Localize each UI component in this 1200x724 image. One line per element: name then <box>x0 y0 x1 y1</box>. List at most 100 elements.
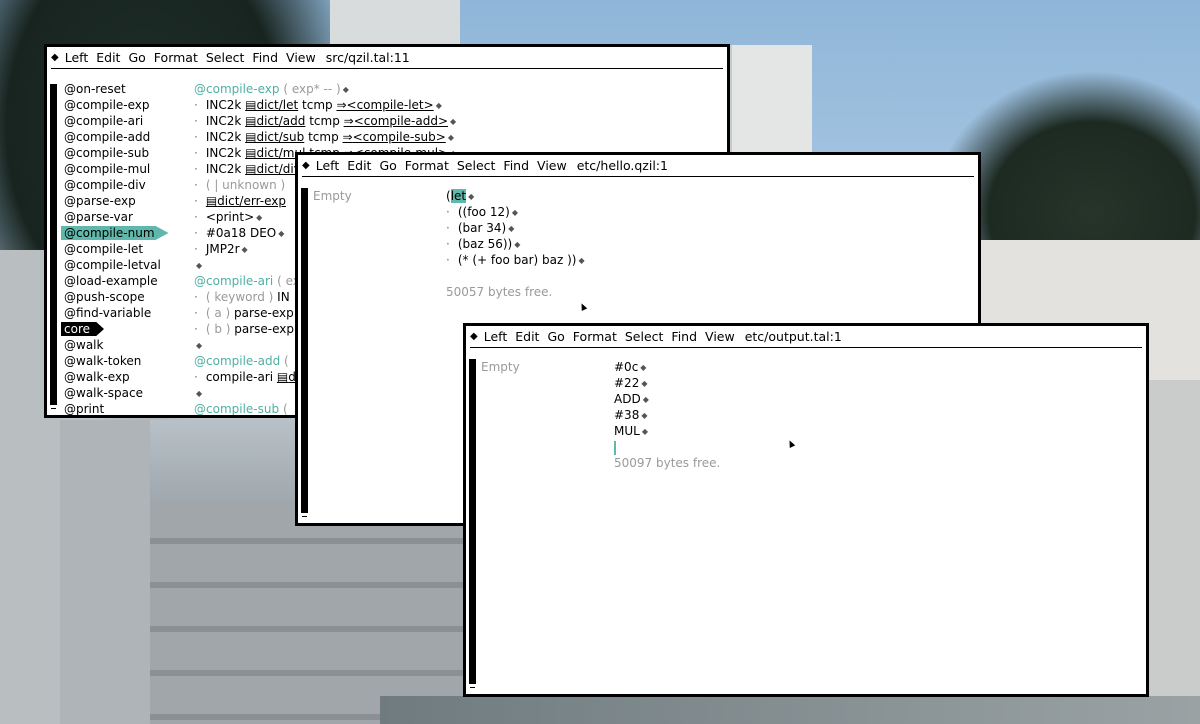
menu-go[interactable]: Go <box>547 329 564 344</box>
menu-bar: ◆ Left Edit Go Format Select Find View e… <box>470 326 1142 348</box>
diamond-icon[interactable]: ◆ <box>302 160 310 171</box>
symbol-item[interactable]: @compile-add <box>64 129 194 145</box>
menu-go[interactable]: Go <box>379 158 396 173</box>
file-path: src/qzil.tal:11 <box>325 50 410 65</box>
symbol-label: @compile-add <box>64 130 151 144</box>
symbol-item[interactable]: @parse-var <box>64 209 194 225</box>
menu-edit[interactable]: Edit <box>96 50 120 65</box>
menu-left[interactable]: Left <box>316 158 340 173</box>
code-area[interactable]: #0c ◆ #22 ◆ ADD ◆ #38 ◆ MUL ◆ 50097 bytes fre… <box>614 359 1140 471</box>
menu-find[interactable]: Find <box>671 329 697 344</box>
symbol-label: @compile-exp <box>64 98 150 112</box>
code-line: · INC2k ▤dict/add tcmp ⇒<compile-add> ◆ <box>194 114 457 128</box>
symbol-label: @compile-mul <box>64 162 151 176</box>
text-caret <box>614 440 616 455</box>
menu-select[interactable]: Select <box>457 158 496 173</box>
background-stairs <box>150 500 470 724</box>
code-area[interactable]: (let ◆ · ((foo 12) ◆ · (bar 34) ◆ · (baz 56)) ◆… <box>446 188 972 300</box>
code-line: · (baz 56)) ◆ <box>446 237 521 251</box>
background-wall-step <box>60 420 150 724</box>
symbol-item[interactable]: @load-example <box>64 273 194 289</box>
menu-go[interactable]: Go <box>128 50 145 65</box>
menu-select[interactable]: Select <box>206 50 245 65</box>
symbol-item[interactable]: @compile-let <box>64 241 194 257</box>
menu-format[interactable]: Format <box>405 158 449 173</box>
scroll-handle[interactable] <box>469 683 476 691</box>
symbol-label: @parse-var <box>64 210 133 224</box>
bytes-free-status: 50057 bytes free. <box>446 285 553 299</box>
diamond-icon[interactable]: ◆ <box>51 52 59 63</box>
symbol-label: @compile-div <box>64 178 146 192</box>
symbol-item[interactable]: @walk-space <box>64 385 194 401</box>
text-caret-line <box>614 439 1140 455</box>
code-line: · INC2k ▤dict/let tcmp ⇒<compile-let> ◆ <box>194 98 442 112</box>
symbol-list: @on-reset @compile-exp @compile-ari @com… <box>61 81 194 416</box>
scrollbar[interactable] <box>50 84 57 412</box>
symbol-label: @compile-let <box>64 242 144 256</box>
symbol-label: @compile-num <box>61 226 169 240</box>
bytes-free-status: 50097 bytes free. <box>614 456 721 470</box>
menu-view[interactable]: View <box>286 50 316 65</box>
symbol-label: @parse-exp <box>64 194 136 208</box>
symbol-item[interactable]: @compile-div <box>64 177 194 193</box>
file-path: etc/hello.qzil:1 <box>576 158 668 173</box>
symbol-label: @on-reset <box>64 82 126 96</box>
scroll-handle[interactable] <box>50 404 57 412</box>
symbol-label: @find-variable <box>64 306 152 320</box>
scrollbar[interactable] <box>469 359 476 691</box>
symbol-item[interactable]: @compile-ari <box>64 113 194 129</box>
menu-find[interactable]: Find <box>503 158 529 173</box>
scroll-handle[interactable] <box>301 512 308 520</box>
menu-edit[interactable]: Edit <box>347 158 371 173</box>
symbol-item[interactable]: @walk <box>64 337 194 353</box>
symbol-item[interactable]: @compile-mul <box>64 161 194 177</box>
symbol-item[interactable]: @walk-token <box>64 353 194 369</box>
menu-left[interactable]: Left <box>65 50 89 65</box>
symbol-label: @push-scope <box>64 290 145 304</box>
symbol-item[interactable]: @find-variable <box>64 305 194 321</box>
diamond-icon[interactable]: ◆ <box>470 331 478 342</box>
symbol-item[interactable]: @print <box>64 401 194 416</box>
menu-format[interactable]: Format <box>573 329 617 344</box>
menu-select[interactable]: Select <box>625 329 664 344</box>
background-wall-right <box>1148 380 1200 724</box>
menu-view[interactable]: View <box>537 158 567 173</box>
symbol-item[interactable]: @compile-letval <box>64 257 194 273</box>
code-line: · (bar 34) ◆ <box>446 221 515 235</box>
code-line: · (* (+ foo bar) baz )) ◆ <box>446 253 585 267</box>
code-line: · ((foo 12) ◆ <box>446 205 519 219</box>
symbol-label: @print <box>64 402 105 416</box>
symbol-label: @walk-exp <box>64 370 130 384</box>
symbol-label: @walk <box>64 338 104 352</box>
symbol-item[interactable]: @compile-exp <box>64 97 194 113</box>
symbol-item[interactable]: @compile-sub <box>64 145 194 161</box>
symbol-item[interactable]: @on-reset <box>64 81 194 97</box>
scope-item[interactable]: core <box>61 321 194 337</box>
symbol-label: core <box>61 322 104 336</box>
menu-edit[interactable]: Edit <box>515 329 539 344</box>
symbol-item[interactable]: @parse-exp <box>64 193 194 209</box>
symbol-label: @compile-letval <box>64 258 161 272</box>
symbol-item-selected[interactable]: @compile-num <box>61 225 194 241</box>
menu-view[interactable]: View <box>705 329 735 344</box>
menu-left[interactable]: Left <box>484 329 508 344</box>
symbol-item[interactable]: @push-scope <box>64 289 194 305</box>
symbol-item[interactable]: @walk-exp <box>64 369 194 385</box>
menu-format[interactable]: Format <box>154 50 198 65</box>
code-line: MUL ◆ <box>614 424 648 438</box>
symbol-list-empty: Empty <box>481 360 520 374</box>
editor-content[interactable]: Empty #0c ◆ #22 ◆ ADD ◆ #38 ◆ MUL ◆ 50097 byt… <box>466 351 1146 694</box>
file-path: etc/output.tal:1 <box>744 329 842 344</box>
symbol-label: @compile-ari <box>64 114 144 128</box>
code-line: @compile-exp ( exp* -- ) ◆ <box>194 82 349 96</box>
text-selection: let <box>450 189 467 203</box>
editor-window-output[interactable]: ◆ Left Edit Go Format Select Find View e… <box>463 323 1149 697</box>
code-line: · INC2k ▤dict/sub tcmp ⇒<compile-sub> ◆ <box>194 130 454 144</box>
code-line: (let ◆ <box>446 189 475 203</box>
menu-find[interactable]: Find <box>252 50 278 65</box>
code-line: #0c ◆ <box>614 360 647 374</box>
symbol-label: @walk-space <box>64 386 143 400</box>
menu-bar: ◆ Left Edit Go Format Select Find View s… <box>51 47 723 69</box>
background-ground <box>380 696 1200 724</box>
scrollbar[interactable] <box>301 188 308 520</box>
